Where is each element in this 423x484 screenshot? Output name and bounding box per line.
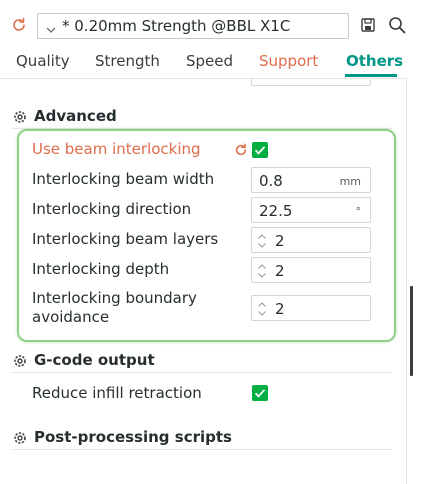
label-use-beam-interlocking: Use beam interlocking: [32, 140, 201, 158]
preset-selector[interactable]: * 0.20mm Strength @BBL X1C: [37, 13, 349, 39]
label-reduce-infill-retraction: Reduce infill retraction: [32, 384, 202, 402]
checkbox-use-beam-interlocking[interactable]: [252, 142, 268, 158]
label-interlocking-beam-width: Interlocking beam width: [32, 170, 215, 188]
active-tab-indicator: [345, 74, 397, 77]
tab-others[interactable]: Others: [346, 52, 403, 70]
checkbox-reduce-infill-retraction[interactable]: [252, 385, 268, 401]
chevron-down-icon: [46, 21, 56, 33]
preset-name: * 0.20mm Strength @BBL X1C: [62, 17, 291, 35]
gear-icon: [12, 430, 28, 446]
label-interlocking-beam-layers: Interlocking beam layers: [32, 230, 219, 248]
spin-arrows-icon[interactable]: [257, 261, 267, 281]
input-value: 2: [275, 300, 285, 318]
tab-support[interactable]: Support: [259, 52, 318, 70]
section-title-post-processing: Post-processing scripts: [34, 428, 232, 446]
interlocking-direction-input[interactable]: 22.5 °: [251, 197, 371, 223]
spin-arrows-icon[interactable]: [257, 299, 267, 319]
section-title-advanced: Advanced: [34, 107, 117, 125]
interlocking-depth-spinner[interactable]: 2: [251, 257, 371, 283]
gear-icon: [12, 109, 28, 125]
label-interlocking-depth: Interlocking depth: [32, 260, 170, 278]
reset-preset-icon[interactable]: [11, 17, 27, 33]
section-divider: [12, 449, 392, 450]
scrollbar-thumb[interactable]: [410, 286, 413, 376]
partial-input-field[interactable]: [251, 79, 371, 86]
tab-quality[interactable]: Quality: [16, 52, 70, 70]
unit-label: °: [355, 205, 362, 218]
tab-speed[interactable]: Speed: [186, 52, 233, 70]
input-value: 0.8: [259, 172, 283, 190]
scrollbar-track[interactable]: [406, 79, 407, 484]
label-interlocking-direction: Interlocking direction: [32, 200, 192, 218]
gear-icon: [12, 353, 28, 369]
tab-strength[interactable]: Strength: [95, 52, 160, 70]
section-title-gcode-output: G-code output: [34, 351, 155, 369]
input-value: 22.5: [259, 202, 293, 220]
label-interlocking-boundary-avoidance: Interlocking boundary avoidance: [32, 289, 197, 326]
reset-value-icon[interactable]: [234, 143, 248, 157]
spin-arrows-icon[interactable]: [257, 231, 267, 251]
save-icon[interactable]: [360, 17, 376, 33]
unit-label: mm: [339, 175, 361, 188]
search-icon[interactable]: [388, 16, 406, 34]
input-value: 2: [275, 262, 285, 280]
interlocking-beam-layers-spinner[interactable]: 2: [251, 227, 371, 253]
section-divider: [12, 372, 392, 373]
interlocking-boundary-avoidance-spinner[interactable]: 2: [251, 295, 371, 321]
input-value: 2: [275, 232, 285, 250]
interlocking-beam-width-input[interactable]: 0.8 mm: [251, 167, 371, 193]
